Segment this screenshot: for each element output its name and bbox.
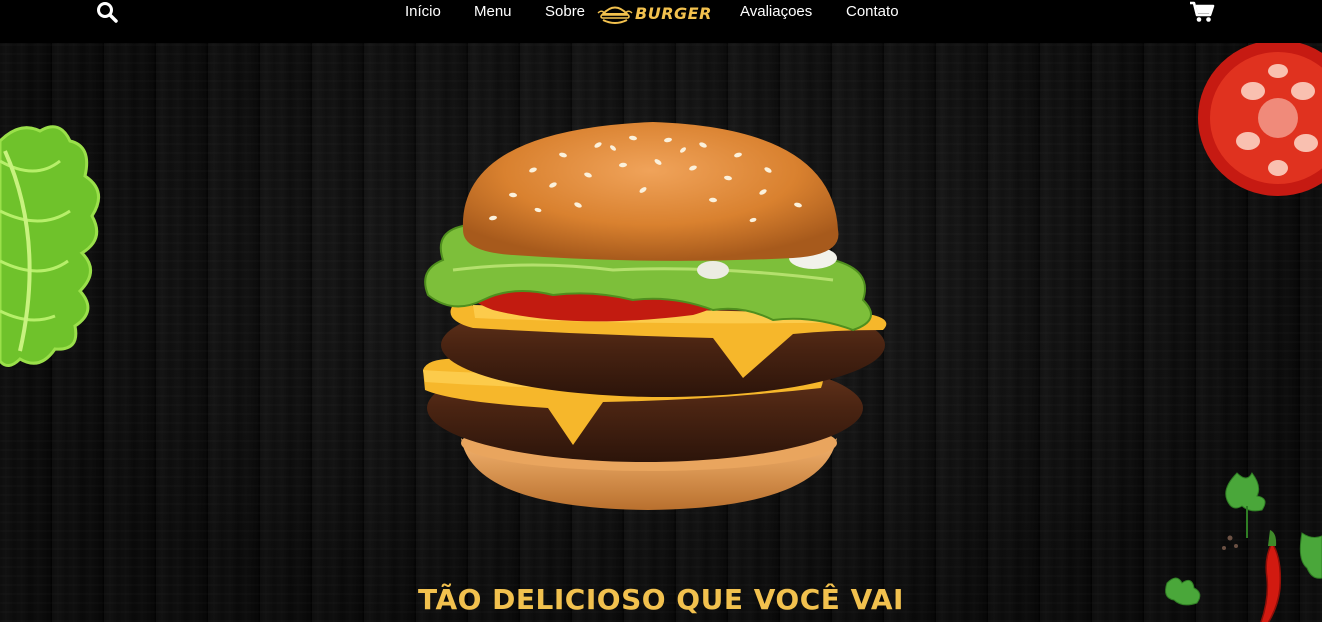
cart-icon — [1190, 1, 1215, 22]
nav-link-menu[interactable]: Menu — [474, 3, 512, 20]
hero-section: TÃO DELICIOSO QUE VOCÊ VAI — [0, 43, 1322, 622]
nav-link-sobre[interactable]: Sobre — [545, 3, 585, 20]
search-button[interactable] — [95, 0, 119, 24]
nav-link-avaliacoes[interactable]: Avaliaçoes — [740, 3, 812, 20]
burger-logo-icon — [597, 6, 633, 24]
site-logo[interactable]: BURGER — [597, 1, 717, 27]
cart-button[interactable] — [1189, 0, 1215, 24]
burger-image — [423, 122, 887, 510]
tomato-image — [1198, 43, 1322, 196]
site-header: Início Menu Sobre Avaliaçoes Contato BUR… — [0, 0, 1322, 43]
nav-link-inicio[interactable]: Início — [405, 3, 441, 20]
nav-link-contato[interactable]: Contato — [846, 3, 899, 20]
logo-text: BURGER — [635, 4, 712, 23]
lettuce-image — [0, 125, 101, 367]
search-icon — [97, 2, 118, 23]
hero-headline: TÃO DELICIOSO QUE VOCÊ VAI — [418, 583, 904, 616]
